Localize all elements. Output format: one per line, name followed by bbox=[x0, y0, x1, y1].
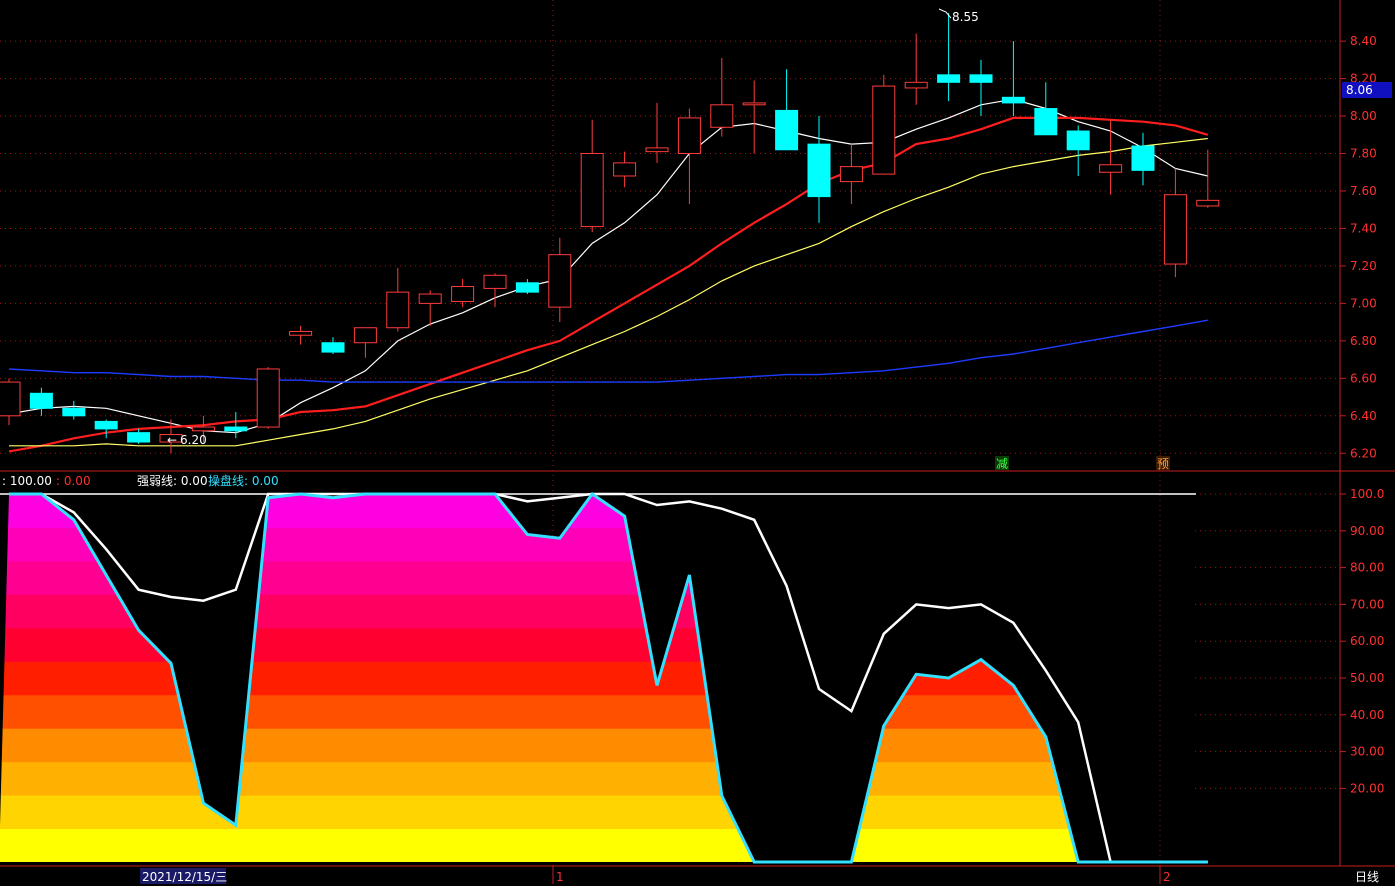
candle-body bbox=[1196, 199, 1220, 207]
reduce-signal: 减 bbox=[996, 457, 1008, 471]
candle-body bbox=[872, 85, 896, 175]
indicator-tick-label: 60.00 bbox=[1350, 634, 1384, 648]
price-tick-label: 8.40 bbox=[1350, 34, 1377, 48]
candle-body bbox=[256, 368, 280, 428]
low-price-arrow: ← bbox=[167, 433, 177, 447]
candle-body bbox=[1066, 130, 1090, 151]
indicator-tick-label: 100.0 bbox=[1350, 487, 1384, 501]
candle-body bbox=[710, 104, 734, 128]
current-price: 8.06 bbox=[1346, 83, 1373, 97]
candle-body bbox=[775, 109, 799, 151]
stock-chart: 8.408.208.007.807.607.407.207.006.806.60… bbox=[0, 0, 1395, 886]
candle-body bbox=[1034, 108, 1058, 136]
price-tick-label: 8.00 bbox=[1350, 109, 1377, 123]
high-price-label: 8.55 bbox=[952, 10, 979, 24]
date-marker: 2021/12/15/三 bbox=[142, 870, 227, 884]
candle-body bbox=[418, 293, 442, 304]
warn-signal: 预 bbox=[1157, 457, 1169, 471]
price-tick-label: 7.60 bbox=[1350, 184, 1377, 198]
indicator-tick-label: 30.00 bbox=[1350, 745, 1384, 759]
candle-body bbox=[580, 153, 604, 228]
fill-band bbox=[0, 828, 1200, 862]
candle-body bbox=[613, 162, 637, 177]
candle-body bbox=[29, 392, 53, 409]
candle-body bbox=[94, 420, 118, 430]
bull-value: : 100.00 bbox=[2, 474, 52, 488]
candle-body bbox=[1163, 194, 1187, 265]
candle bbox=[872, 74, 896, 175]
candle-body bbox=[677, 117, 701, 155]
indicator-tick-label: 20.00 bbox=[1350, 781, 1384, 795]
price-tick-label: 7.40 bbox=[1350, 221, 1377, 235]
candle-body bbox=[742, 102, 766, 106]
month-label-2: 2 bbox=[1163, 870, 1171, 884]
candle bbox=[256, 367, 280, 429]
candle-body bbox=[353, 327, 377, 344]
fill-band bbox=[0, 728, 1200, 763]
bear-value: : 0.00 bbox=[56, 474, 91, 488]
candle-body bbox=[937, 74, 961, 83]
indicator-tick-label: 90.00 bbox=[1350, 524, 1384, 538]
candle-body bbox=[483, 274, 507, 289]
price-tick-label: 7.00 bbox=[1350, 296, 1377, 310]
candle-body bbox=[515, 282, 539, 293]
indicator-tick-label: 70.00 bbox=[1350, 597, 1384, 611]
operate-line-label: 操盘线: 0.00 bbox=[208, 473, 279, 488]
indicator-tick-label: 50.00 bbox=[1350, 671, 1384, 685]
candle-body bbox=[1131, 145, 1155, 171]
period-label[interactable]: 日线 bbox=[1355, 870, 1379, 884]
fill-band bbox=[0, 761, 1200, 796]
candle-body bbox=[289, 330, 313, 336]
candle-body bbox=[386, 291, 410, 329]
fill-band bbox=[0, 795, 1200, 830]
candle-body bbox=[807, 143, 831, 198]
candle-body bbox=[451, 286, 475, 303]
price-tick-label: 6.80 bbox=[1350, 334, 1377, 348]
candle-body bbox=[0, 381, 21, 417]
price-tick-label: 7.80 bbox=[1350, 147, 1377, 161]
candle-body bbox=[62, 407, 86, 417]
price-tick-label: 7.20 bbox=[1350, 259, 1377, 273]
price-tick-label: 6.60 bbox=[1350, 371, 1377, 385]
candle-body bbox=[969, 74, 993, 83]
candle-body bbox=[904, 81, 928, 89]
low-price-label: 6.20 bbox=[180, 433, 207, 447]
indicator-tick-label: 40.00 bbox=[1350, 708, 1384, 722]
candle-body bbox=[1001, 96, 1025, 104]
candle-body bbox=[645, 147, 669, 153]
candle-body bbox=[321, 342, 345, 353]
price-tick-label: 6.40 bbox=[1350, 409, 1377, 423]
candle-body bbox=[839, 166, 863, 183]
candle-body bbox=[1099, 164, 1123, 173]
candle-body bbox=[191, 426, 215, 432]
indicator-tick-label: 80.00 bbox=[1350, 561, 1384, 575]
month-label-1: 1 bbox=[556, 870, 564, 884]
candle-body bbox=[548, 254, 572, 308]
candle-body bbox=[224, 426, 248, 432]
candle-body bbox=[127, 432, 151, 443]
strength-line-label: 强弱线: 0.00 bbox=[137, 474, 208, 488]
price-tick-label: 6.20 bbox=[1350, 446, 1377, 460]
